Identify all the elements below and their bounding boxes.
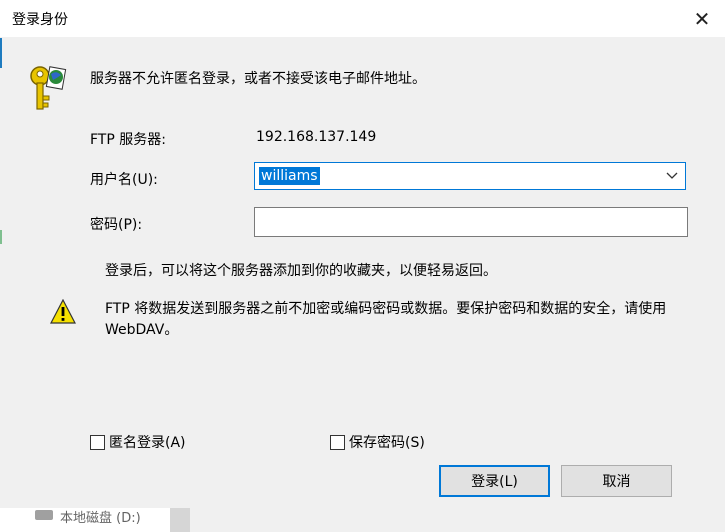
login-failed-message: 服务器不允许匿名登录，或者不接受该电子邮件地址。 [90, 71, 426, 87]
title-bar: 登录身份 ✕ [0, 0, 725, 37]
background-drive-label: 本地磁盘 (D:) [60, 511, 141, 526]
anonymous-login-checkbox[interactable]: 匿名登录(A) [90, 432, 186, 452]
password-field[interactable] [254, 207, 688, 237]
username-value[interactable]: williams [259, 167, 320, 185]
save-password-label[interactable]: 保存密码(S) [349, 432, 425, 452]
background-window-edge [0, 38, 2, 68]
security-warning: FTP 将数据发送到服务器之前不加密或编码密码或数据。要保护密码和数据的安全，请… [105, 301, 667, 338]
keys-icon [30, 66, 67, 110]
background-window-edge [0, 230, 2, 244]
ftp-server-value: 192.168.137.149 [256, 129, 377, 145]
username-combobox[interactable]: williams [254, 162, 686, 190]
close-icon: ✕ [693, 6, 711, 31]
drive-icon [35, 510, 53, 520]
chevron-down-icon[interactable] [665, 168, 679, 184]
password-label: 密码(P): [90, 217, 143, 233]
save-password-checkbox[interactable]: 保存密码(S) [330, 432, 425, 452]
anonymous-login-label[interactable]: 匿名登录(A) [109, 432, 186, 452]
warning-icon [50, 299, 76, 324]
favorites-info: 登录后，可以将这个服务器添加到你的收藏夹，以便轻易返回。 [105, 263, 497, 279]
ftp-server-label: FTP 服务器: [90, 132, 166, 148]
window-title: 登录身份 [12, 12, 68, 28]
username-label: 用户名(U): [90, 172, 158, 188]
login-button[interactable]: 登录(L) [439, 465, 550, 497]
dialog-body [1, 37, 724, 532]
background-scrollbar [170, 508, 190, 532]
checkbox-box[interactable] [330, 434, 345, 450]
cancel-button[interactable]: 取消 [561, 465, 672, 497]
close-button[interactable]: ✕ [679, 0, 725, 37]
checkbox-box[interactable] [90, 434, 105, 450]
